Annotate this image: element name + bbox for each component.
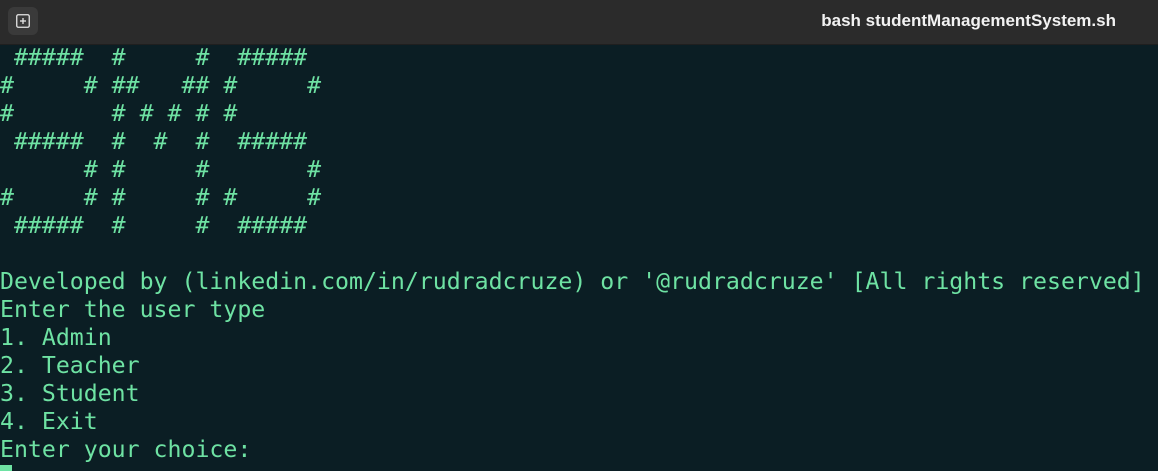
banner-line: ##### # # # ##### (0, 128, 308, 155)
new-tab-icon (16, 14, 30, 28)
credit-line: Developed by (linkedin.com/in/rudradcruz… (0, 268, 1145, 295)
menu-option-exit: 4. Exit (0, 408, 98, 435)
banner-line: ##### # # ##### (0, 212, 308, 239)
choice-prompt: Enter your choice: (0, 436, 252, 463)
banner-line: # # # # # # (0, 184, 322, 211)
window-title: bash studentManagementSystem.sh (821, 11, 1116, 30)
title-bar: bash studentManagementSystem.sh (0, 0, 1158, 45)
prompt-heading: Enter the user type (0, 296, 266, 323)
banner-line: # # # # (0, 156, 322, 183)
terminal-output[interactable]: ##### # # ##### # # ## ## # # # # # # # … (0, 44, 1158, 471)
banner-line: # # ## ## # # (0, 72, 322, 99)
menu-option-teacher: 2. Teacher (0, 352, 140, 379)
banner-line: # # # # # # (0, 100, 238, 127)
menu-option-student: 3. Student (0, 380, 140, 407)
terminal-cursor (0, 465, 12, 471)
terminal-window: bash studentManagementSystem.sh ##### # … (0, 0, 1158, 471)
banner-line: ##### # # ##### (0, 44, 308, 71)
menu-option-admin: 1. Admin (0, 324, 112, 351)
new-tab-button[interactable] (8, 7, 38, 35)
